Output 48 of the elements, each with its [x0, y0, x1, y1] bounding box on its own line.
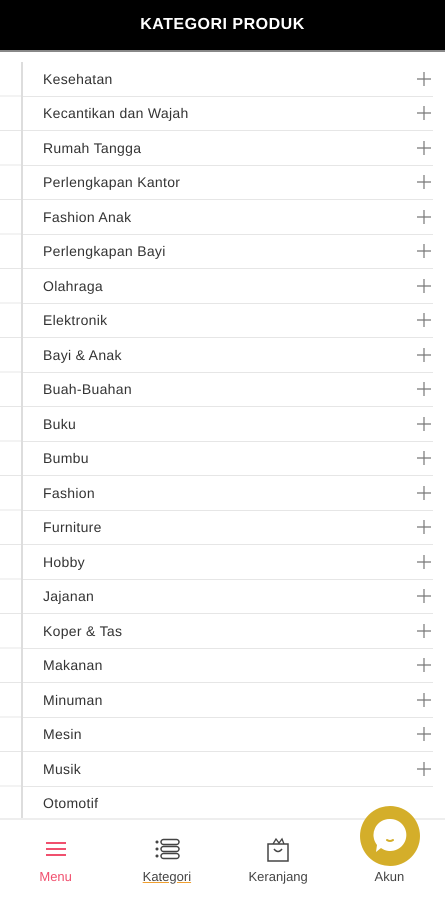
category-item[interactable]: Fashion [23, 476, 433, 510]
plus-icon[interactable] [417, 106, 431, 120]
plus-icon[interactable] [417, 175, 431, 190]
category-item[interactable]: Furniture [23, 510, 433, 545]
shopping-bag-icon [265, 836, 292, 862]
category-item[interactable]: Kesehatan [23, 62, 433, 96]
category-item[interactable]: Perlengkapan Bayi [23, 234, 433, 269]
category-item[interactable]: Buah-Buahan [23, 372, 433, 407]
category-item[interactable]: Bayi & Anak [23, 338, 433, 372]
category-item[interactable]: Mesin [23, 718, 433, 752]
plus-icon[interactable] [417, 72, 431, 86]
category-item[interactable]: Olahraga [23, 269, 433, 304]
plus-icon[interactable] [417, 554, 431, 569]
nav-tab[interactable]: Keranjang [233, 836, 324, 884]
category-item[interactable]: Fashion Anak [23, 200, 433, 234]
category-item[interactable]: Makanan [23, 648, 433, 683]
category-item[interactable]: Perlengkapan Kantor [23, 166, 433, 200]
plus-icon[interactable] [417, 382, 431, 396]
plus-icon[interactable] [417, 416, 431, 431]
list-icon [154, 836, 180, 862]
plus-icon[interactable] [417, 692, 431, 707]
plus-icon[interactable] [417, 140, 431, 155]
plus-icon[interactable] [417, 589, 431, 604]
category-item[interactable]: Jajanan [23, 580, 433, 614]
category-item[interactable]: Bumbu [23, 442, 433, 476]
nav-tab[interactable]: Akun [344, 868, 434, 884]
plus-icon[interactable] [417, 244, 431, 258]
category-item[interactable]: Musik [23, 752, 433, 786]
nav-tab[interactable]: Kategori [122, 836, 212, 884]
plus-icon[interactable] [417, 313, 431, 328]
category-item[interactable]: Elektronik [23, 304, 433, 338]
plus-icon[interactable] [417, 762, 431, 776]
category-item[interactable]: Kecantikan dan Wajah [23, 96, 433, 131]
category-item[interactable]: Minuman [23, 683, 433, 718]
plus-icon[interactable] [417, 348, 431, 362]
category-item[interactable]: Rumah Tangga [23, 131, 433, 166]
plus-icon[interactable] [417, 451, 431, 466]
plus-icon[interactable] [417, 727, 431, 742]
plus-icon[interactable] [417, 624, 431, 638]
plus-icon[interactable] [417, 520, 431, 534]
page-title: KATEGORI PRODUK [140, 16, 305, 34]
category-item[interactable]: Koper & Tas [23, 614, 433, 648]
plus-icon[interactable] [417, 658, 431, 672]
plus-icon[interactable] [417, 278, 431, 293]
category-item[interactable]: Hobby [23, 545, 433, 580]
plus-icon[interactable] [417, 210, 431, 224]
category-item[interactable]: Buku [23, 407, 433, 442]
plus-icon[interactable] [417, 486, 431, 500]
